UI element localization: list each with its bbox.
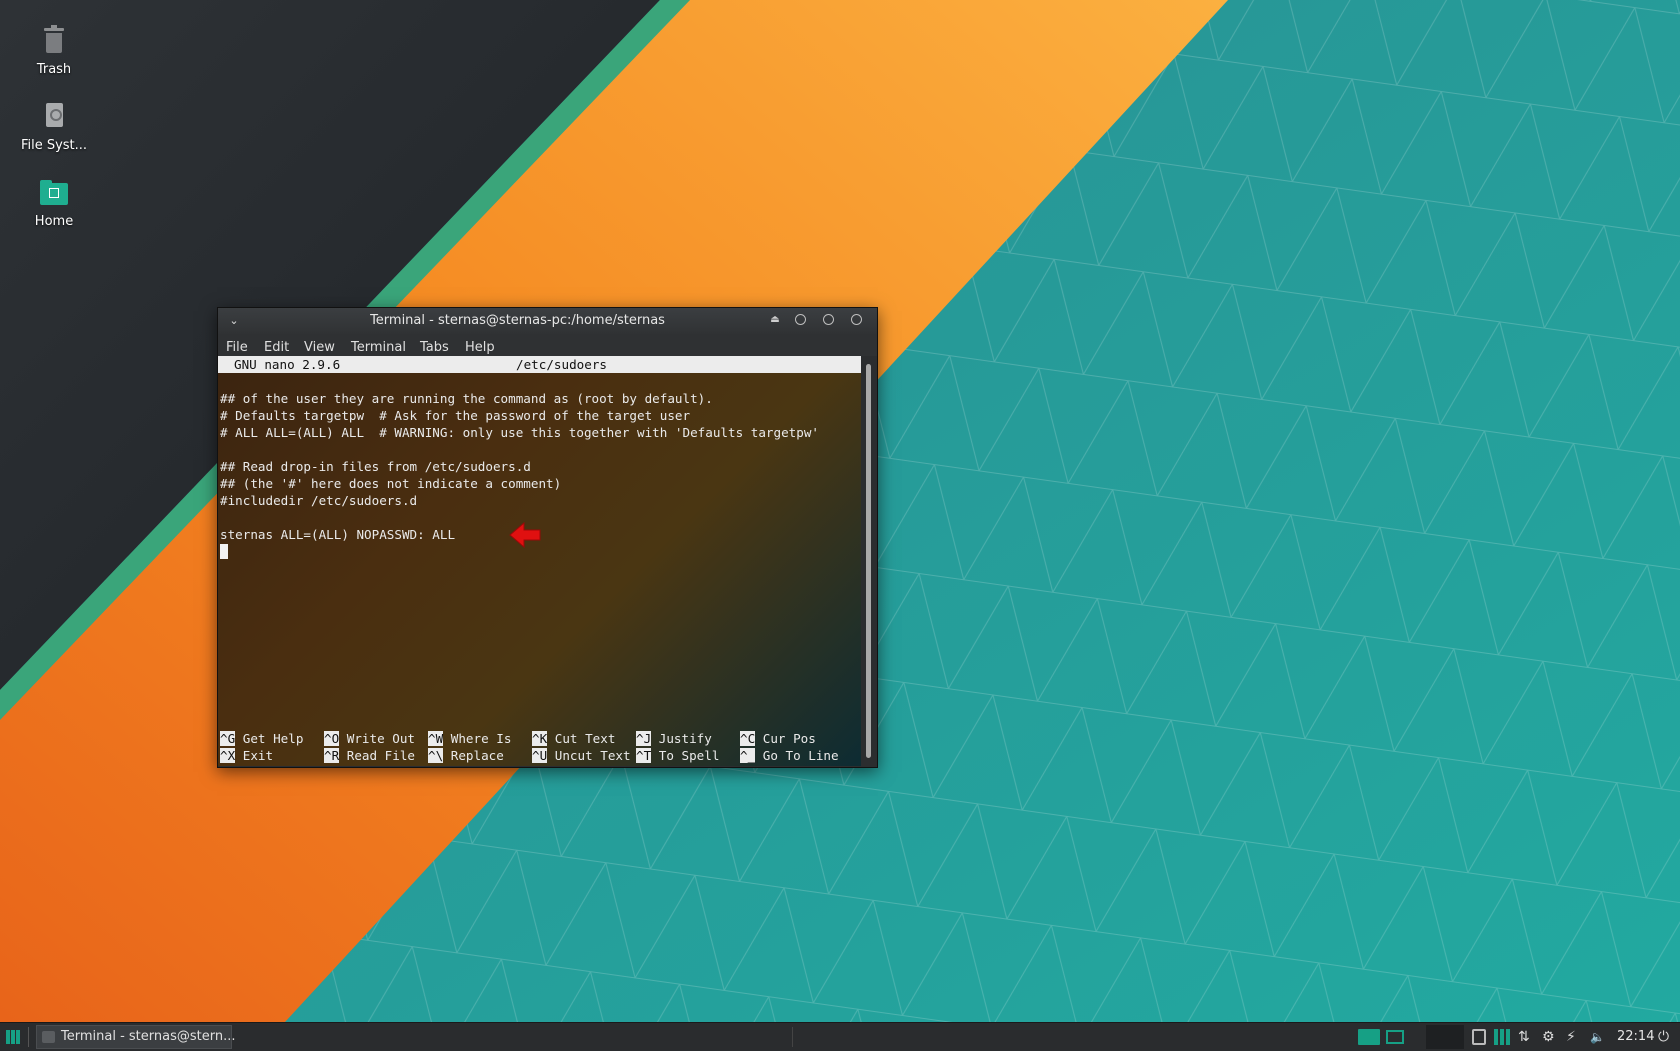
file-line-highlighted: sternas ALL=(ALL) NOPASSWD: ALL — [220, 527, 456, 542]
red-arrow-icon — [509, 521, 541, 549]
shortcut-label: Justify — [658, 731, 712, 746]
nano-filename: /etc/sudoers — [516, 357, 607, 372]
text-cursor — [220, 544, 228, 559]
maximize-button[interactable] — [823, 314, 834, 325]
terminal-content[interactable]: GNU nano 2.9.6 /etc/sudoers ## of the us… — [218, 356, 861, 766]
desktop-icon-home[interactable]: Home — [8, 176, 100, 229]
shortcut-label: Replace — [450, 748, 504, 763]
shortcut-replace[interactable]: ^\ Replace — [428, 747, 504, 764]
shortcut-label: Exit — [242, 748, 274, 763]
shortcut-key: ^G — [220, 731, 236, 746]
trash-icon — [38, 24, 70, 56]
desktop-icon-label: File Syst... — [20, 138, 88, 153]
terminal-app-icon — [42, 1031, 55, 1043]
shortcut-key: ^_ — [740, 748, 756, 763]
shortcut-key: ^O — [324, 731, 340, 746]
volume-icon[interactable]: 🔈 — [1590, 1029, 1606, 1045]
taskbar-task-terminal[interactable]: Terminal - sternas@stern... — [36, 1025, 236, 1049]
drive-icon — [38, 100, 70, 132]
shortcut-label: Where Is — [450, 731, 512, 746]
scrollbar-thumb[interactable] — [866, 364, 871, 758]
shortcut-cur-pos[interactable]: ^C Cur Pos — [740, 730, 816, 747]
file-line: # Defaults targetpw # Ask for the passwo… — [220, 408, 691, 423]
shortcut-key: ^W — [428, 731, 444, 746]
terminal-window[interactable]: ⌄ Terminal - sternas@sternas-pc:/home/st… — [217, 307, 878, 768]
file-line: ## of the user they are running the comm… — [220, 391, 713, 406]
desktop-icon-label: Trash — [36, 62, 72, 77]
window-title: Terminal - sternas@sternas-pc:/home/ster… — [370, 313, 665, 328]
file-line: # ALL ALL=(ALL) ALL # WARNING: only use … — [220, 425, 819, 440]
shortcut-label: Cut Text — [554, 731, 616, 746]
shortcut-uncut-text[interactable]: ^U Uncut Text — [532, 747, 631, 764]
settings-gear-icon[interactable]: ⚙ — [1542, 1029, 1558, 1045]
workspace-2-button[interactable] — [1386, 1030, 1404, 1044]
workspace-3-button[interactable] — [1426, 1025, 1464, 1049]
shortcut-key: ^K — [532, 731, 548, 746]
shortcut-label: Uncut Text — [554, 748, 631, 763]
power-plug-icon[interactable]: ⚡ — [1566, 1029, 1582, 1045]
close-button[interactable] — [851, 314, 862, 325]
taskbar: Terminal - sternas@stern... ⇅ ⚙ ⚡ 🔈 22:1… — [0, 1022, 1680, 1051]
minimize-button[interactable] — [795, 314, 806, 325]
shortcut-label: To Spell — [658, 748, 720, 763]
shortcut-key: ^R — [324, 748, 340, 763]
window-menu-chevron-icon[interactable]: ⌄ — [226, 313, 242, 329]
shortcut-key: ^\ — [428, 748, 444, 763]
shortcut-to-spell[interactable]: ^T To Spell — [636, 747, 719, 764]
shortcut-go-to-line[interactable]: ^_ Go To Line — [740, 747, 839, 764]
shortcut-exit[interactable]: ^X Exit — [220, 747, 273, 764]
app-menu-icon[interactable] — [4, 1028, 22, 1046]
shade-eject-icon[interactable]: ⏏ — [769, 312, 781, 328]
file-line: #includedir /etc/sudoers.d — [220, 493, 418, 508]
shortcut-label: Cur Pos — [762, 731, 816, 746]
home-folder-icon — [38, 176, 70, 208]
shortcut-label: Get Help — [242, 731, 304, 746]
window-titlebar[interactable]: ⌄ Terminal - sternas@sternas-pc:/home/st… — [218, 308, 877, 334]
shortcut-cut-text[interactable]: ^K Cut Text — [532, 730, 615, 747]
desktop-icon-trash[interactable]: Trash — [8, 24, 100, 77]
power-menu-icon[interactable]: ⏻ — [1658, 1029, 1674, 1045]
shortcut-read-file[interactable]: ^R Read File — [324, 747, 415, 764]
clock[interactable]: 22:14 — [1617, 1023, 1654, 1051]
taskbar-separator — [28, 1027, 29, 1047]
shortcut-label: Go To Line — [762, 748, 839, 763]
shortcut-write-out[interactable]: ^O Write Out — [324, 730, 415, 747]
shortcut-label: Write Out — [346, 731, 416, 746]
desktop-icon-filesystem[interactable]: File Syst... — [8, 100, 100, 153]
shortcut-label: Read File — [346, 748, 416, 763]
terminal-scrollbar[interactable] — [861, 356, 877, 766]
shortcut-key: ^X — [220, 748, 236, 763]
shortcut-justify[interactable]: ^J Justify — [636, 730, 712, 747]
nano-version: GNU nano 2.9.6 — [234, 357, 341, 372]
taskbar-task-label: Terminal - sternas@stern... — [61, 1029, 236, 1044]
file-line: ## Read drop-in files from /etc/sudoers.… — [220, 459, 531, 474]
nano-header-bar: GNU nano 2.9.6 /etc/sudoers — [218, 356, 861, 373]
workspace-1-button[interactable] — [1358, 1029, 1380, 1045]
clipboard-icon[interactable] — [1472, 1029, 1486, 1045]
shortcut-key: ^J — [636, 731, 652, 746]
manjaro-settings-icon[interactable] — [1494, 1029, 1510, 1045]
shortcut-where-is[interactable]: ^W Where Is — [428, 730, 511, 747]
shortcut-key: ^C — [740, 731, 756, 746]
shortcut-key: ^U — [532, 748, 548, 763]
shortcut-key: ^T — [636, 748, 652, 763]
desktop-icon-label: Home — [34, 214, 74, 229]
network-arrows-icon[interactable]: ⇅ — [1518, 1029, 1534, 1045]
shortcut-get-help[interactable]: ^G Get Help — [220, 730, 303, 747]
taskbar-separator — [792, 1027, 793, 1047]
file-line: ## (the '#' here does not indicate a com… — [220, 476, 562, 491]
